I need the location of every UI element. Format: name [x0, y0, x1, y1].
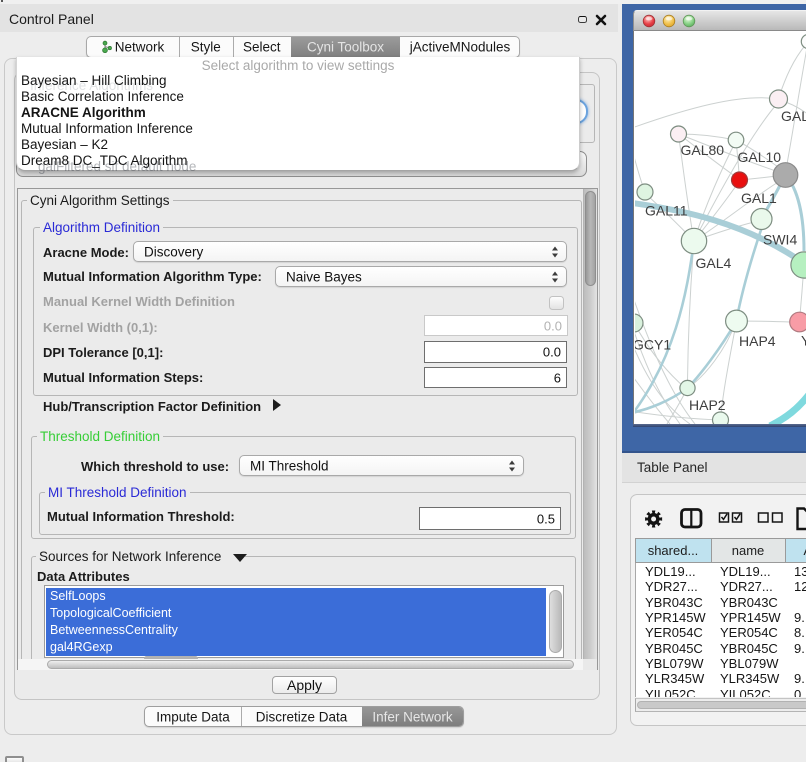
- svg-text:GAL10: GAL10: [738, 149, 782, 165]
- svg-text:HAP2: HAP2: [689, 397, 726, 413]
- svg-text:GAL80: GAL80: [681, 142, 725, 158]
- svg-text:GAL4: GAL4: [696, 255, 732, 271]
- svg-text:SWI4: SWI4: [763, 232, 797, 248]
- svg-text:GAL2: GAL2: [781, 108, 806, 124]
- svg-text:GAL1: GAL1: [741, 190, 777, 206]
- svg-text:HAP4: HAP4: [739, 333, 776, 349]
- svg-text:GCY1: GCY1: [635, 337, 671, 353]
- svg-text:GAL11: GAL11: [645, 203, 688, 219]
- svg-text:YD: YD: [801, 333, 806, 349]
